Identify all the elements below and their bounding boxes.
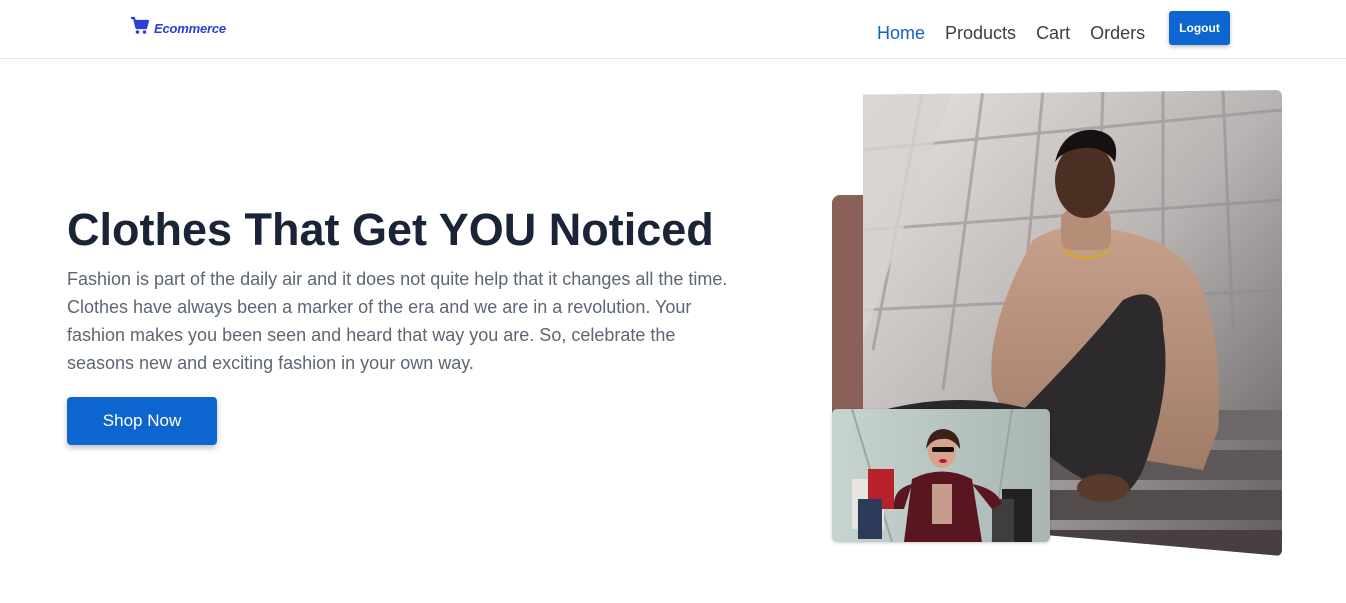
cart-icon [130, 16, 150, 41]
nav-link-orders[interactable]: Orders [1090, 22, 1145, 44]
nav-link-cart[interactable]: Cart [1036, 22, 1070, 44]
nav-link-products[interactable]: Products [945, 22, 1016, 44]
brand-logo[interactable]: Ecommerce [130, 16, 226, 41]
hero-description: Fashion is part of the daily air and it … [67, 269, 728, 373]
logout-button[interactable]: Logout [1169, 11, 1230, 45]
shop-now-button[interactable]: Shop Now [67, 397, 217, 445]
woman-with-shopping-bags-photo [832, 409, 1050, 542]
brand-name: Ecommerce [154, 21, 226, 36]
navbar: Ecommerce Home Products Cart Orders Logo… [0, 0, 1346, 59]
main-nav: Home Products Cart Orders [877, 22, 1145, 44]
hero-title: Clothes That Get YOU Noticed [67, 204, 714, 255]
nav-link-home[interactable]: Home [877, 22, 925, 44]
